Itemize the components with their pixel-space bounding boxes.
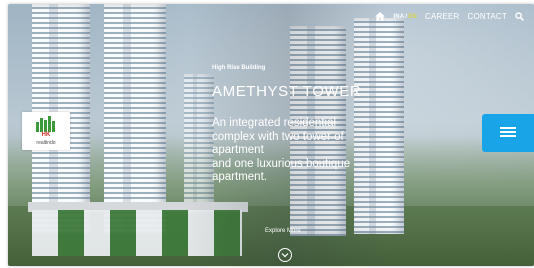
hamburger-menu-icon: [500, 127, 516, 129]
hero-kicker: High Rise Building: [212, 65, 266, 71]
hamburger-menu-icon: [500, 131, 516, 133]
lang-separator: /: [405, 13, 408, 20]
hamburger-menu-icon: [500, 135, 516, 137]
hero-banner: INA/EN CAREER CONTACT HK realtindo High …: [8, 4, 534, 266]
hamburger-menu-button[interactable]: [482, 114, 534, 152]
brand-logo[interactable]: HK realtindo: [22, 112, 70, 150]
lang-ina[interactable]: INA: [393, 14, 404, 20]
top-nav: INA/EN CAREER CONTACT: [375, 12, 524, 21]
hk-logo-mark: HK: [36, 116, 55, 136]
language-switcher: INA/EN: [393, 14, 417, 20]
logo-mark-text: HK: [42, 132, 51, 136]
hero-title: AMETHYST TOWER: [212, 83, 362, 100]
description-line: and one luxurious boutique: [212, 157, 351, 170]
search-icon[interactable]: [515, 12, 524, 21]
description-line: apartment.: [212, 171, 267, 184]
hero-description: An integrated residential complex with t…: [212, 117, 402, 185]
description-line: apartment: [212, 144, 264, 157]
nav-career-link[interactable]: CAREER: [425, 12, 460, 21]
chevron-down-icon[interactable]: [278, 248, 292, 262]
description-line: complex with two tower of: [212, 130, 344, 143]
description-line: An integrated residential: [212, 117, 337, 129]
lang-en[interactable]: EN: [408, 14, 417, 20]
tower-left-b: [104, 4, 166, 234]
logo-caption: realtindo: [36, 140, 56, 146]
nav-contact-link[interactable]: CONTACT: [468, 12, 507, 21]
home-icon[interactable]: [375, 12, 386, 21]
explore-more-link[interactable]: Explore More: [265, 228, 301, 234]
